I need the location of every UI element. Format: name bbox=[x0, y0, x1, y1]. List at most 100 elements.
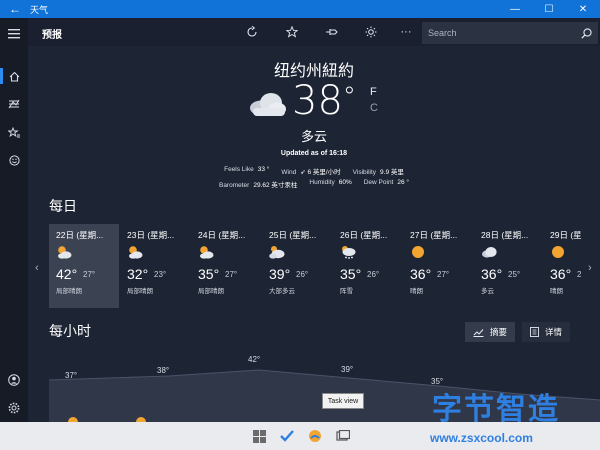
unit-fahrenheit-toggle[interactable]: F bbox=[370, 86, 377, 98]
day-date: 29日 (星 bbox=[550, 230, 582, 240]
day-condition: 局部晴朗 bbox=[56, 288, 82, 295]
maps-icon[interactable] bbox=[0, 92, 28, 116]
daily-forecast-card[interactable]: 24日 (星期... 35° 27° 局部晴朗 bbox=[191, 224, 261, 308]
day-high-temp: 36° bbox=[481, 266, 503, 282]
day-low-temp: 26° bbox=[296, 270, 309, 279]
day-high-temp: 42° bbox=[56, 266, 78, 282]
day-high-temp: 39° bbox=[269, 266, 291, 282]
daily-forecast-card[interactable]: 27日 (星期... 36° 27° 晴朗 bbox=[403, 224, 473, 308]
search-icon[interactable] bbox=[581, 27, 592, 39]
title-bar: ← 天气 — ☐ ✕ bbox=[0, 0, 600, 18]
chart-icon bbox=[473, 328, 484, 337]
day-condition: 局部晴朗 bbox=[198, 288, 224, 295]
day-condition: 大部多云 bbox=[269, 288, 295, 295]
day-high-temp: 35° bbox=[340, 266, 362, 282]
daily-forecast-card[interactable]: 28日 (星期... 36° 25° 多云 bbox=[474, 224, 544, 308]
page-title: 预报 bbox=[42, 30, 62, 41]
updated-time: Updated as of 16:18 bbox=[280, 150, 348, 157]
partly-sunny-icon bbox=[198, 245, 214, 259]
unit-celsius-toggle[interactable]: C bbox=[370, 102, 378, 114]
current-condition: 多云 bbox=[300, 129, 327, 144]
dew-point: Dew Point 26 ° bbox=[363, 179, 409, 186]
day-high-temp: 35° bbox=[198, 266, 220, 282]
search-box[interactable]: Search bbox=[422, 22, 598, 44]
temperature-value: 38 bbox=[292, 78, 343, 124]
list-icon bbox=[530, 327, 539, 337]
day-low-temp: 27° bbox=[83, 270, 96, 279]
hourly-temp-label: 39° bbox=[341, 365, 353, 374]
day-date: 27日 (星期... bbox=[410, 230, 458, 240]
weather-app-taskbar-icon[interactable] bbox=[304, 426, 326, 446]
cloudy-icon bbox=[250, 93, 286, 116]
watermark-url: www.zsxcool.com bbox=[430, 431, 533, 445]
day-date: 22日 (星期... bbox=[56, 230, 104, 240]
more-options-icon[interactable]: ··· bbox=[396, 23, 416, 41]
feels-like: Feels Like 33 ° bbox=[224, 166, 270, 173]
day-date: 28日 (星期... bbox=[481, 230, 529, 240]
details-row-2: Barometer 29.62 英寸汞柱 Humidity 60% Dew Poin… bbox=[28, 179, 600, 189]
day-condition: 晴朗 bbox=[410, 288, 423, 295]
favorite-star-icon[interactable] bbox=[282, 23, 302, 41]
window-controls: — ☐ ✕ bbox=[498, 0, 600, 18]
day-low-temp: 27° bbox=[437, 270, 450, 279]
current-temperature: 38° bbox=[292, 78, 356, 124]
sunny-icon bbox=[550, 245, 566, 259]
daily-forecast-card[interactable]: 22日 (星期... 42° 27° 局部晴朗 bbox=[49, 224, 119, 308]
details-label: 详情 bbox=[545, 327, 563, 337]
windows-start-icon[interactable] bbox=[248, 426, 270, 446]
day-low-temp: 2 bbox=[577, 270, 582, 279]
day-condition: 局部晴朗 bbox=[127, 288, 153, 295]
day-high-temp: 36° bbox=[550, 266, 572, 282]
day-date: 23日 (星期... bbox=[127, 230, 175, 240]
daily-section-title: 每日 bbox=[49, 198, 77, 214]
day-low-temp: 23° bbox=[154, 270, 167, 279]
details-row-1: Feels Like 33 ° Wind ➶ 6 英里/小时 Visibility 9… bbox=[28, 166, 600, 176]
snow-showers-icon bbox=[340, 245, 356, 259]
daily-forecast-card[interactable]: 23日 (星期... 32° 23° 局部晴朗 bbox=[120, 224, 190, 308]
day-high-temp: 36° bbox=[410, 266, 432, 282]
day-low-temp: 25° bbox=[508, 270, 521, 279]
maximize-icon[interactable]: ☐ bbox=[532, 0, 566, 18]
barometer: Barometer 29.62 英寸汞柱 bbox=[218, 182, 298, 189]
summary-button[interactable]: 摘要 bbox=[465, 322, 516, 342]
brightness-sun-icon[interactable] bbox=[361, 23, 381, 41]
scroll-left-icon[interactable]: ‹ bbox=[35, 262, 39, 274]
partly-sunny-icon bbox=[127, 245, 143, 259]
hourly-temp-label: 38° bbox=[157, 366, 169, 375]
details-button[interactable]: 详情 bbox=[522, 322, 571, 342]
back-arrow-icon[interactable]: ← bbox=[0, 2, 30, 16]
refresh-icon[interactable] bbox=[242, 23, 262, 41]
home-icon[interactable] bbox=[0, 64, 28, 88]
hamburger-menu-icon[interactable] bbox=[0, 22, 28, 46]
day-low-temp: 26° bbox=[367, 270, 380, 279]
wind: Wind ➶ 6 英里/小时 bbox=[281, 169, 341, 176]
day-condition: 阵雪 bbox=[340, 288, 353, 295]
close-icon[interactable]: ✕ bbox=[566, 0, 600, 18]
watermark-text: 字节智造 bbox=[432, 393, 560, 426]
task-view-icon[interactable] bbox=[332, 426, 354, 446]
search-input[interactable]: Search bbox=[428, 28, 581, 38]
feedback-smiley-icon[interactable] bbox=[0, 148, 28, 172]
day-low-temp: 27° bbox=[225, 270, 238, 279]
nav-rail bbox=[0, 18, 28, 422]
todo-check-icon[interactable] bbox=[276, 426, 298, 446]
day-date: 25日 (星期... bbox=[269, 230, 317, 240]
daily-forecast-card[interactable]: 29日 (星 36° 2 晴朗 bbox=[543, 224, 600, 308]
pin-icon[interactable] bbox=[322, 23, 342, 41]
daily-forecast-card[interactable]: 25日 (星期... 39° 26° 大部多云 bbox=[262, 224, 332, 308]
degree-symbol: ° bbox=[342, 82, 356, 112]
account-icon[interactable] bbox=[0, 368, 28, 392]
daily-forecast-card[interactable]: 26日 (星期... 35° 26° 阵雪 bbox=[333, 224, 403, 308]
sunny-icon bbox=[410, 245, 426, 259]
day-condition: 多云 bbox=[481, 288, 494, 295]
hourly-temp-label: 37° bbox=[65, 371, 77, 380]
day-date: 26日 (星期... bbox=[340, 230, 388, 240]
summary-label: 摘要 bbox=[490, 327, 508, 337]
minimize-icon[interactable]: — bbox=[498, 0, 532, 18]
visibility: Visibility 9.9 英里 bbox=[352, 169, 404, 176]
hourly-section-title: 每小时 bbox=[49, 323, 91, 339]
favorites-list-icon[interactable] bbox=[0, 120, 28, 144]
settings-gear-icon[interactable] bbox=[0, 396, 28, 420]
cloudy-icon bbox=[481, 245, 497, 259]
humidity: Humidity 60% bbox=[309, 179, 352, 186]
